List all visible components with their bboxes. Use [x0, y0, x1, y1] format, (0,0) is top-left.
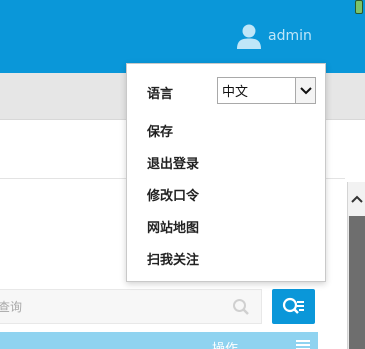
vertical-scrollbar[interactable] — [347, 182, 365, 349]
search-filter-icon — [282, 297, 304, 314]
language-label: 语言 — [147, 87, 174, 102]
menu-item-sitemap[interactable]: 网站地图 — [147, 217, 199, 236]
scroll-thumb[interactable] — [349, 216, 365, 349]
search-button[interactable] — [272, 289, 315, 324]
menu-item-change-password[interactable]: 修改口令 — [147, 185, 199, 204]
menu-item-follow-qr[interactable]: 扫我关注 — [147, 249, 199, 268]
scroll-up-button[interactable] — [348, 182, 365, 216]
list-icon[interactable] — [296, 340, 310, 349]
user-dropdown-menu: 语言 中文 保存 退出登录 修改口令 网站地图 扫我关注 — [126, 63, 326, 282]
chevron-down-icon — [295, 78, 315, 103]
search-input[interactable] — [0, 290, 261, 323]
search-field[interactable] — [0, 289, 262, 324]
menu-item-logout[interactable]: 退出登录 — [147, 153, 199, 172]
language-select[interactable]: 中文 — [217, 77, 316, 104]
battery-icon — [355, 0, 363, 14]
search-icon — [233, 299, 249, 315]
table-header: 操作 — [0, 332, 318, 349]
operations-column-header: 操作 — [212, 338, 238, 349]
username-label: admin — [268, 28, 312, 44]
menu-item-save[interactable]: 保存 — [147, 121, 173, 140]
chevron-up-icon — [350, 195, 363, 203]
user-icon — [237, 24, 261, 49]
language-select-value: 中文 — [222, 85, 249, 100]
user-menu-trigger[interactable]: admin — [236, 22, 312, 50]
